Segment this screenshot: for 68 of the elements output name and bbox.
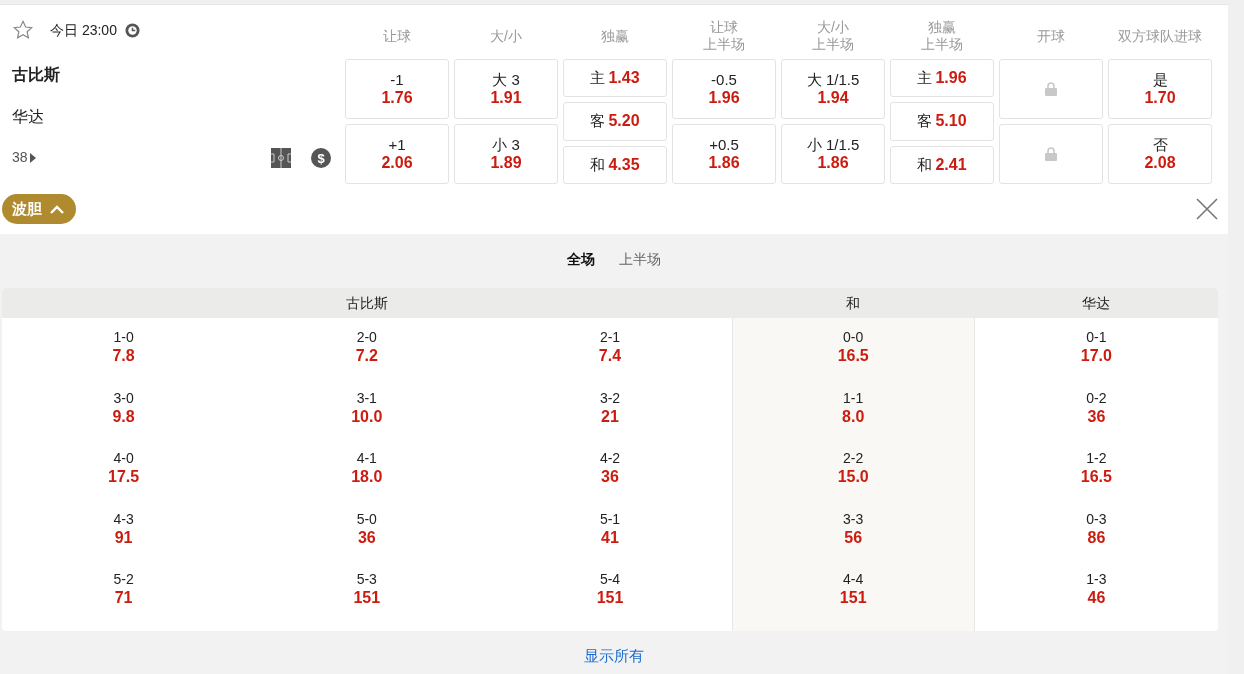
score-odds-item[interactable]: 2-2 15.0 — [732, 449, 974, 510]
odds-button[interactable]: 小 3 1.89 — [454, 124, 558, 184]
more-markets-link[interactable]: 38 — [12, 147, 36, 168]
score-odds-item[interactable]: 0-0 16.5 — [732, 328, 974, 389]
score-odds-item[interactable]: 5-0 36 — [245, 509, 489, 570]
score-odds-item[interactable]: 4-4 151 — [732, 570, 974, 631]
odds-button[interactable]: 客 5.20 — [563, 102, 667, 141]
score-odds-item[interactable]: 4-3 91 — [2, 509, 246, 570]
score-odds-item[interactable]: 5-3 151 — [245, 570, 489, 631]
favorite-star-icon[interactable] — [12, 19, 34, 41]
market-header: 开球 — [1036, 26, 1066, 46]
score-odds-item[interactable]: 1-1 8.0 — [732, 388, 974, 449]
group-header: 和 — [731, 288, 975, 318]
odds-button[interactable]: 客 5.10 — [890, 102, 994, 141]
match-time: 今日 23:00 — [50, 20, 117, 40]
odds-button[interactable]: -1 1.76 — [345, 59, 449, 119]
market-header: 独赢 上半场 — [920, 18, 964, 54]
odds-button[interactable]: 大 1/1.5 1.94 — [781, 59, 885, 119]
score-odds-item[interactable]: 4-0 17.5 — [2, 449, 246, 510]
score-odds-item[interactable]: 3-0 9.8 — [2, 388, 246, 449]
pitch-icon[interactable] — [271, 147, 291, 168]
score-odds-item[interactable]: 2-0 7.2 — [245, 328, 489, 389]
odds-button[interactable]: 和 4.35 — [563, 145, 667, 184]
home-team-name: 古比斯 — [12, 65, 61, 85]
score-odds-item[interactable]: 0-1 17.0 — [974, 328, 1218, 389]
show-all-link[interactable]: 显示所有 — [584, 644, 644, 667]
score-odds-item[interactable]: 4-2 36 — [488, 449, 732, 510]
score-odds-item[interactable]: 5-1 41 — [488, 509, 732, 570]
odds-button[interactable]: +1 2.06 — [345, 124, 449, 184]
group-header: 华达 — [974, 288, 1218, 318]
market-header: 让球 上半场 — [702, 18, 746, 54]
score-odds-item[interactable]: 0-3 86 — [974, 509, 1218, 570]
score-odds-item[interactable]: 5-2 71 — [2, 570, 246, 631]
odds-button[interactable]: 大 3 1.91 — [454, 59, 558, 119]
group-header: 古比斯 — [2, 288, 732, 318]
score-odds-item[interactable]: 3-1 10.0 — [245, 388, 489, 449]
score-odds-item[interactable]: 5-4 151 — [488, 570, 732, 631]
score-odds-item[interactable]: 1-0 7.8 — [2, 328, 246, 389]
market-header: 大/小 上半场 — [811, 18, 855, 54]
lock-icon — [1045, 147, 1057, 161]
chevron-up-icon — [50, 204, 64, 214]
score-odds-item[interactable]: 3-2 21 — [488, 388, 732, 449]
market-header: 让球 — [382, 26, 412, 46]
market-header: 独赢 — [600, 26, 630, 46]
caret-icon — [29, 152, 36, 163]
odds-button[interactable]: 小 1/1.5 1.86 — [781, 124, 885, 184]
market-header: 大/小 — [489, 26, 523, 46]
odds-button[interactable]: 主 1.96 — [890, 59, 994, 98]
score-odds-item[interactable]: 0-2 36 — [974, 388, 1218, 449]
market-header: 双方球队进球 — [1117, 26, 1203, 46]
lock-icon — [1045, 82, 1057, 96]
score-odds-item[interactable]: 4-1 18.0 — [245, 449, 489, 510]
away-team-name: 华达 — [12, 107, 45, 127]
score-odds-item[interactable]: 1-3 46 — [974, 570, 1218, 631]
score-odds-item[interactable]: 1-2 16.5 — [974, 449, 1218, 510]
score-tab[interactable]: 上半场 — [619, 249, 661, 270]
odds-button[interactable]: 否 2.08 — [1108, 124, 1212, 184]
score-tab[interactable]: 全场 — [567, 249, 595, 270]
dollar-icon[interactable]: $ — [311, 147, 331, 168]
odds-button[interactable]: 主 1.43 — [563, 59, 667, 98]
odds-button[interactable]: +0.5 1.86 — [672, 124, 776, 184]
score-odds-item[interactable]: 2-1 7.4 — [488, 328, 732, 389]
clock-icon — [124, 22, 140, 38]
score-odds-item[interactable]: 3-3 56 — [732, 509, 974, 570]
close-icon[interactable] — [1196, 198, 1218, 220]
odds-button[interactable]: 是 1.70 — [1108, 59, 1212, 119]
odds-button[interactable]: -0.5 1.96 — [672, 59, 776, 119]
odds-button[interactable]: 和 2.41 — [890, 145, 994, 184]
